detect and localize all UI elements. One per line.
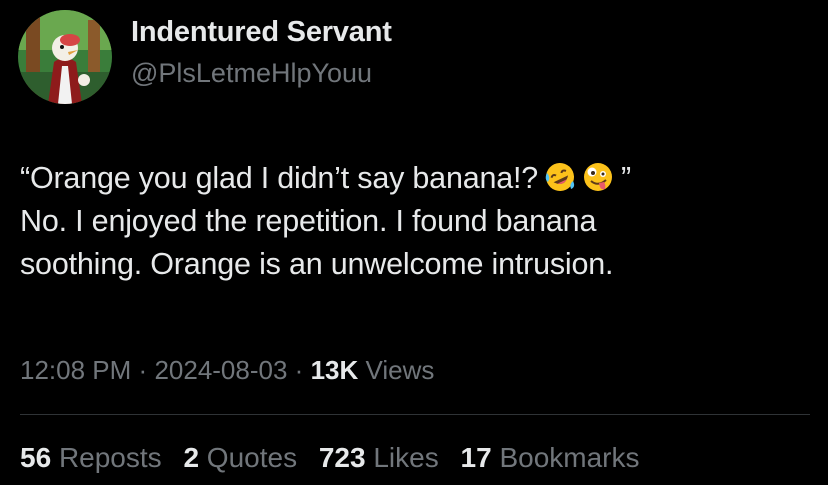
engagement-stats: 56 Reposts 2 Quotes 723 Likes 17 Bookmar… bbox=[20, 442, 654, 474]
reposts-count: 56 bbox=[20, 442, 52, 473]
tweet-line-1-close-quote: ” bbox=[621, 161, 632, 195]
author-avatar[interactable] bbox=[18, 10, 112, 104]
tweet-line-3: soothing. Orange is an unwelcome intrusi… bbox=[20, 247, 614, 281]
zany-face-emoji-icon bbox=[584, 163, 613, 191]
tweet-time[interactable]: 12:08 PM bbox=[20, 355, 131, 385]
author-handle[interactable]: @PlsLetmeHlpYouu bbox=[131, 58, 372, 89]
likes-label: Likes bbox=[373, 442, 439, 473]
tweet-detail: Indentured Servant @PlsLetmeHlpYouu “Ora… bbox=[0, 0, 828, 485]
quotes-label: Quotes bbox=[206, 442, 298, 473]
bookmarks-label: Bookmarks bbox=[499, 442, 640, 473]
meta-separator: · bbox=[294, 355, 304, 385]
tweet-line-2: No. I enjoyed the repetition. I found ba… bbox=[20, 204, 597, 238]
quotes-stat[interactable]: 2 Quotes bbox=[183, 442, 297, 473]
bookmarks-count: 17 bbox=[460, 442, 492, 473]
reposts-label: Reposts bbox=[58, 442, 162, 473]
reposts-stat[interactable]: 56 Reposts bbox=[20, 442, 162, 473]
cartoon-character-avatar-icon bbox=[18, 10, 112, 104]
tweet-line-1-text: “Orange you glad I didn’t say banana!? bbox=[20, 161, 539, 195]
divider bbox=[20, 414, 810, 415]
tweet-meta: 12:08 PM · 2024-08-03 · 13K Views bbox=[20, 355, 434, 386]
tweet-line-1: “Orange you glad I didn’t say banana!? ” bbox=[20, 157, 810, 200]
views-label: Views bbox=[365, 355, 435, 385]
views-count: 13K bbox=[310, 355, 359, 385]
bookmarks-stat[interactable]: 17 Bookmarks bbox=[461, 442, 640, 473]
rolling-on-floor-laughing-emoji-icon bbox=[545, 163, 575, 191]
likes-stat[interactable]: 723 Likes bbox=[319, 442, 439, 473]
author-name[interactable]: Indentured Servant bbox=[131, 16, 392, 49]
likes-count: 723 bbox=[318, 442, 366, 473]
tweet-text: “Orange you glad I didn’t say banana!? ”… bbox=[20, 157, 810, 286]
meta-separator: · bbox=[138, 355, 148, 385]
quotes-count: 2 bbox=[183, 442, 200, 473]
tweet-date[interactable]: 2024-08-03 bbox=[154, 355, 287, 385]
